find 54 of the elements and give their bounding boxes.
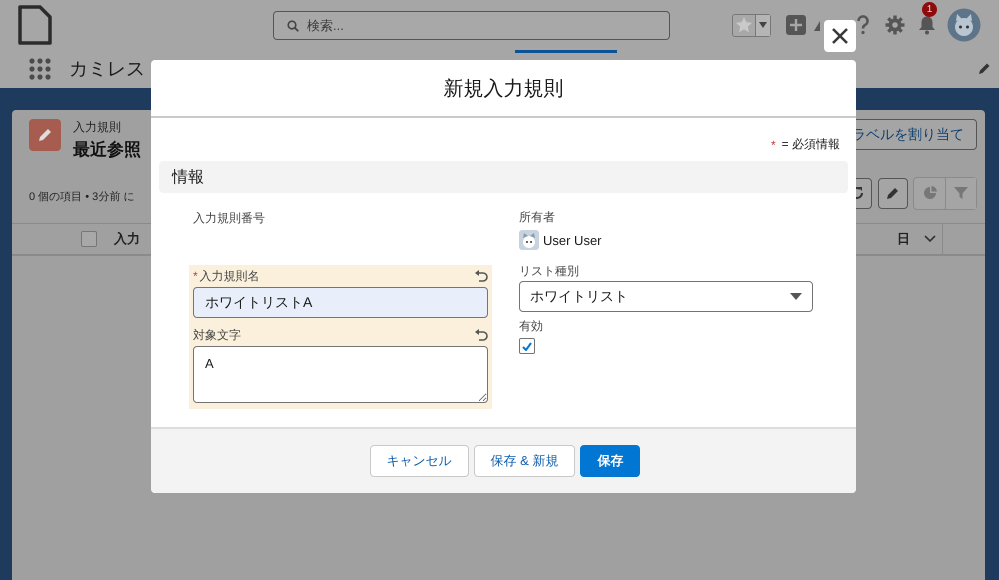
column-header[interactable]: 入力 — [114, 230, 140, 248]
pencil-icon — [886, 186, 900, 200]
undo-icon[interactable] — [474, 269, 488, 283]
notification-bell-icon[interactable] — [917, 15, 937, 35]
section-title: 情報 — [172, 168, 204, 188]
required-asterisk: * — [770, 138, 776, 152]
pie-chart-icon — [922, 186, 936, 200]
field-label: リスト種別 — [519, 262, 579, 280]
search-field[interactable]: 検索... — [273, 10, 670, 40]
modal-title: 新規入力規則 — [444, 76, 564, 102]
plus-icon[interactable] — [786, 15, 806, 35]
required-asterisk: * — [193, 269, 198, 283]
edit-list-button[interactable] — [878, 178, 908, 208]
star-icon — [735, 16, 753, 34]
footer-button[interactable]: 保存 & 新規 — [474, 445, 576, 477]
select-all-checkbox[interactable] — [81, 231, 97, 247]
object-label: 入力規則 — [73, 119, 122, 136]
notification-badge: 1 — [922, 2, 937, 17]
field-label: 所有者 — [519, 208, 555, 226]
search-icon — [287, 20, 299, 32]
text-area[interactable]: A — [193, 346, 488, 403]
caret-icon — [758, 21, 768, 29]
avatar-icon[interactable] — [947, 8, 981, 42]
user-avatar-icon — [519, 230, 539, 250]
close-button[interactable] — [824, 20, 856, 52]
column-header[interactable]: 日 — [897, 230, 910, 248]
settings-icon[interactable] — [885, 15, 905, 35]
input-field[interactable]: ホワイトリストA — [193, 287, 488, 318]
footer-button[interactable]: キャンセル — [370, 445, 469, 477]
field-label: 対象文字 — [193, 326, 241, 344]
check-icon — [522, 342, 532, 350]
chevron-down-icon[interactable] — [924, 235, 936, 243]
list-type-dropdown[interactable]: ホワイトリスト — [519, 281, 813, 312]
app-name: カミレス — [69, 58, 145, 82]
help-icon[interactable] — [856, 15, 870, 35]
field-label: 有効 — [519, 318, 543, 334]
dropdown-caret-icon — [790, 293, 802, 300]
edit-icon[interactable] — [977, 62, 991, 76]
list-view-title[interactable]: 最近参照 — [73, 138, 141, 161]
app-launcher-icon[interactable] — [29, 58, 51, 80]
active-checkbox[interactable] — [519, 338, 535, 354]
undo-icon[interactable] — [474, 328, 488, 342]
list-status-text: 0 個の項目 • 3分前 に — [29, 190, 134, 204]
save-button[interactable]: 保存 — [580, 445, 640, 477]
section-header[interactable]: 情報 — [159, 161, 848, 193]
field-label: 入力規則名 — [200, 268, 260, 284]
owner-link[interactable]: User User — [543, 232, 602, 248]
pencil-icon — [37, 127, 53, 143]
close-icon — [831, 27, 849, 45]
document-icon — [18, 5, 52, 45]
field-label: 入力規則番号 — [193, 210, 265, 226]
filter-icon — [954, 186, 968, 200]
favorites-menu-button[interactable] — [755, 14, 770, 36]
required-legend: = 必須情報 — [782, 136, 840, 153]
